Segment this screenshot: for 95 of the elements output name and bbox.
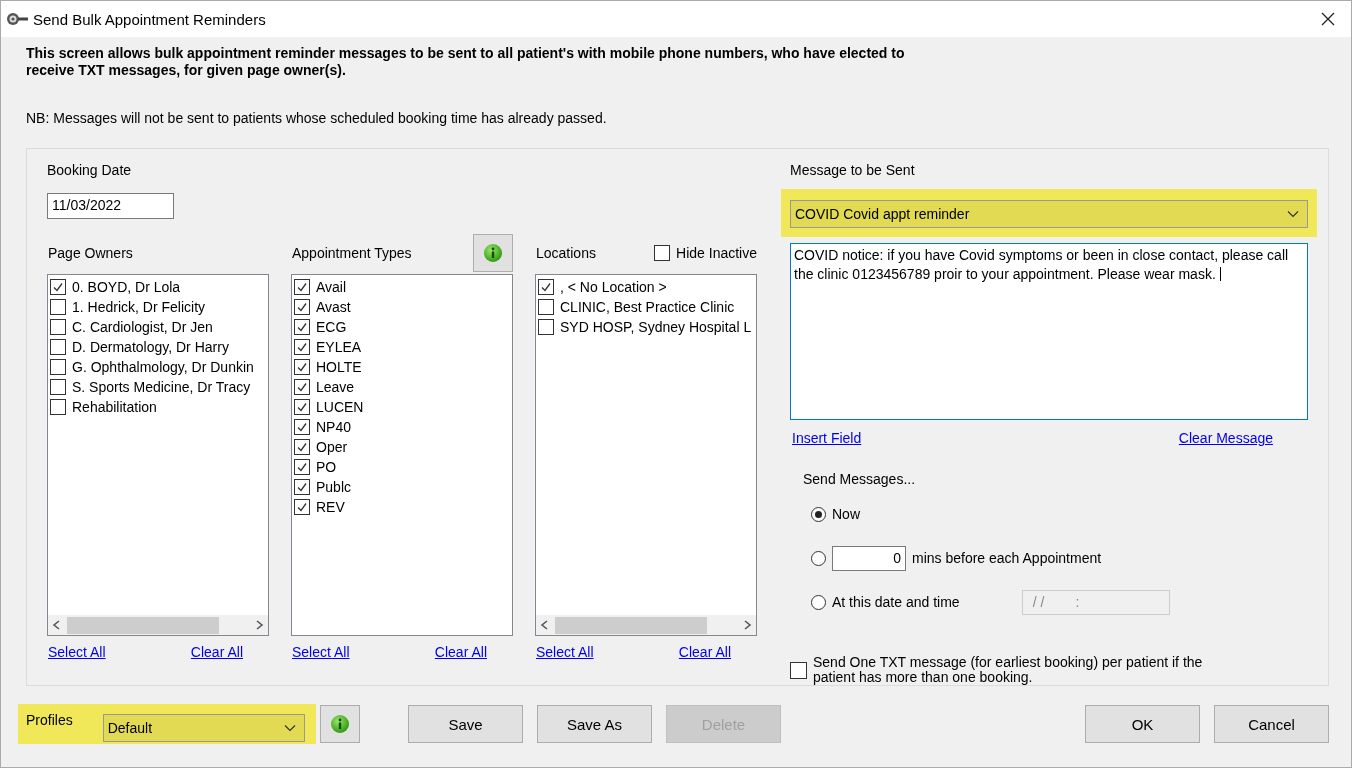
list-item[interactable]: , < No Location > <box>560 279 667 295</box>
checkbox[interactable] <box>294 479 310 495</box>
radio-button[interactable] <box>811 594 826 610</box>
checkbox[interactable] <box>294 399 310 415</box>
checkbox[interactable] <box>294 379 310 395</box>
list-item[interactable]: C. Cardiologist, Dr Jen <box>72 319 213 335</box>
checkbox[interactable] <box>294 439 310 455</box>
checkbox[interactable] <box>654 245 671 261</box>
checkbox[interactable] <box>294 359 310 375</box>
send-messages-label: Send Messages... <box>803 471 916 487</box>
radio-button[interactable] <box>811 550 826 566</box>
horizontal-scrollbar[interactable] <box>48 615 268 635</box>
checkbox[interactable] <box>50 379 66 395</box>
clear-all-link[interactable]: Clear All <box>434 644 487 660</box>
booking-date-label: Booking Date <box>47 161 133 179</box>
clear-all-link[interactable]: Clear All <box>190 644 243 660</box>
list-header: Appointment Types <box>292 245 412 261</box>
checkbox[interactable] <box>294 499 310 515</box>
list-header: Page Owners <box>48 245 133 261</box>
checkbox[interactable] <box>294 319 310 335</box>
info-button[interactable] <box>320 705 360 743</box>
select-all-link[interactable]: Select All <box>48 644 106 660</box>
checkbox[interactable] <box>50 319 66 335</box>
list-item[interactable]: CLINIC, Best Practice Clinic <box>560 299 735 315</box>
checkbox[interactable] <box>50 279 66 295</box>
checkbox[interactable] <box>294 339 310 355</box>
list-item[interactable]: 1. Hedrick, Dr Felicity <box>72 299 206 315</box>
list-item[interactable]: Oper <box>316 439 348 455</box>
info-icon <box>330 714 350 734</box>
checkbox[interactable] <box>50 339 66 355</box>
checkbox[interactable] <box>294 419 310 435</box>
list-item[interactable]: LUCEN <box>316 399 364 415</box>
caret-icon <box>283 724 296 732</box>
checkbox[interactable] <box>294 459 310 475</box>
list-item[interactable]: HOLTE <box>316 359 362 375</box>
message-field[interactable]: COVID notice: if you have Covid symptoms or been in close contact, please call the clinic 0123456789 proir to your appointment. Please wear mask. <box>790 243 1308 420</box>
gear-icon <box>6 12 28 26</box>
list-item[interactable]: G. Ophthalmology, Dr Dunkin <box>72 359 254 375</box>
select-all-link[interactable]: Select All <box>292 644 350 660</box>
list-item[interactable]: S. Sports Medicine, Dr Tracy <box>72 379 251 395</box>
list-item[interactable]: Avast <box>316 299 351 315</box>
list-item[interactable]: Leave <box>316 379 355 395</box>
option-label: At this date and time <box>832 594 960 610</box>
checkbox[interactable] <box>50 359 66 375</box>
window-title: Send Bulk Appointment Reminders <box>33 10 267 28</box>
horizontal-scrollbar[interactable] <box>536 615 756 635</box>
list-item[interactable]: 0. BOYD, Dr Lola <box>72 279 181 295</box>
checkbox[interactable] <box>538 299 554 315</box>
list-item[interactable]: ECG <box>316 319 347 335</box>
minutes-field[interactable]: 0 <box>832 545 906 571</box>
scroll-right-icon[interactable] <box>743 620 752 630</box>
description-text: This screen allows bulk appointment reminder messages to be sent to all patient's with mobile phone numbers, who have elected to receive TXT messages, for given page owner(s). <box>26 45 906 79</box>
checkbox[interactable] <box>294 299 310 315</box>
list-header: Locations <box>536 245 596 261</box>
option-label: mins before each Appointment <box>912 550 1102 566</box>
hide-inactive-label: Hide Inactive <box>676 245 757 261</box>
option-label: Now <box>832 506 860 522</box>
list-item[interactable]: PO <box>316 459 337 475</box>
checkbox-label: Send One TXT message (for earliest booking) per patient if the patient has more than one booking. <box>813 655 1204 685</box>
insert-field-link[interactable]: Insert Field <box>792 430 862 446</box>
template-dropdown[interactable]: COVID Covid appt reminder <box>790 200 1308 228</box>
caret-icon <box>1287 210 1299 218</box>
list-item[interactable]: REV <box>316 499 345 515</box>
list-item[interactable]: EYLEA <box>316 339 362 355</box>
checkbox[interactable] <box>790 661 807 679</box>
checkbox[interactable] <box>538 279 554 295</box>
clear-message-link[interactable]: Clear Message <box>1178 430 1273 446</box>
scroll-left-icon[interactable] <box>52 620 61 630</box>
clear-all-link[interactable]: Clear All <box>678 644 731 660</box>
info-icon <box>483 243 503 263</box>
scroll-right-icon[interactable] <box>255 620 264 630</box>
list-item[interactable]: Publc <box>316 479 352 495</box>
list-item[interactable]: D. Dermatology, Dr Harry <box>72 339 229 355</box>
dialog-button[interactable]: OK <box>1085 705 1200 743</box>
note-text: NB: Messages will not be sent to patients whose scheduled booking time has already passed. <box>26 110 608 126</box>
select-all-link[interactable]: Select All <box>536 644 594 660</box>
message-label: Message to be Sent <box>790 161 916 179</box>
info-button[interactable] <box>473 234 513 272</box>
list-item[interactable]: Avail <box>316 279 347 295</box>
dialog-button[interactable]: Cancel <box>1214 705 1329 743</box>
profiles-dropdown[interactable]: Default <box>102 714 305 742</box>
list-item[interactable]: Rehabilitation <box>72 399 157 415</box>
scroll-left-icon[interactable] <box>540 620 549 630</box>
checkbox[interactable] <box>50 299 66 315</box>
checkbox[interactable] <box>538 319 554 335</box>
booking-date-field[interactable]: 11/03/2022 <box>47 193 174 219</box>
checkbox[interactable] <box>50 399 66 415</box>
list-item[interactable]: SYD HOSP, Sydney Hospital L <box>560 319 752 335</box>
profile-button[interactable]: Save As <box>537 705 652 743</box>
list-item[interactable]: NP40 <box>316 419 352 435</box>
radio-button[interactable] <box>811 506 826 522</box>
close-icon[interactable] <box>1319 10 1337 28</box>
checkbox[interactable] <box>294 279 310 295</box>
profile-button[interactable]: Save <box>408 705 523 743</box>
profiles-label: Profiles <box>26 712 73 728</box>
